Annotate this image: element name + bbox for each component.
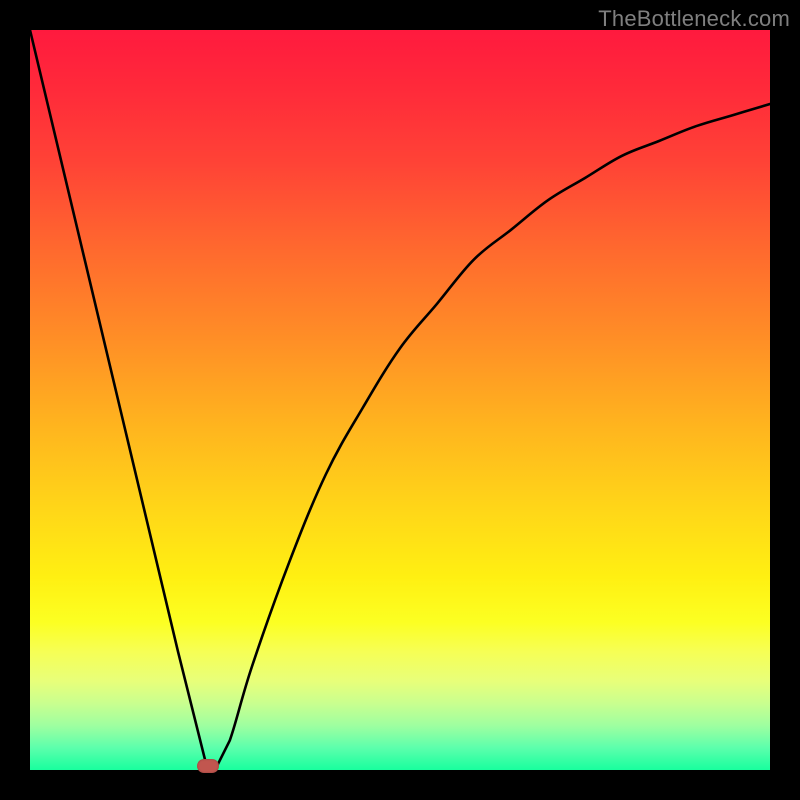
watermark-text: TheBottleneck.com xyxy=(598,6,790,32)
plot-area xyxy=(30,30,770,770)
minimum-marker xyxy=(197,759,219,773)
chart-frame: TheBottleneck.com xyxy=(0,0,800,800)
bottleneck-curve xyxy=(30,30,770,770)
